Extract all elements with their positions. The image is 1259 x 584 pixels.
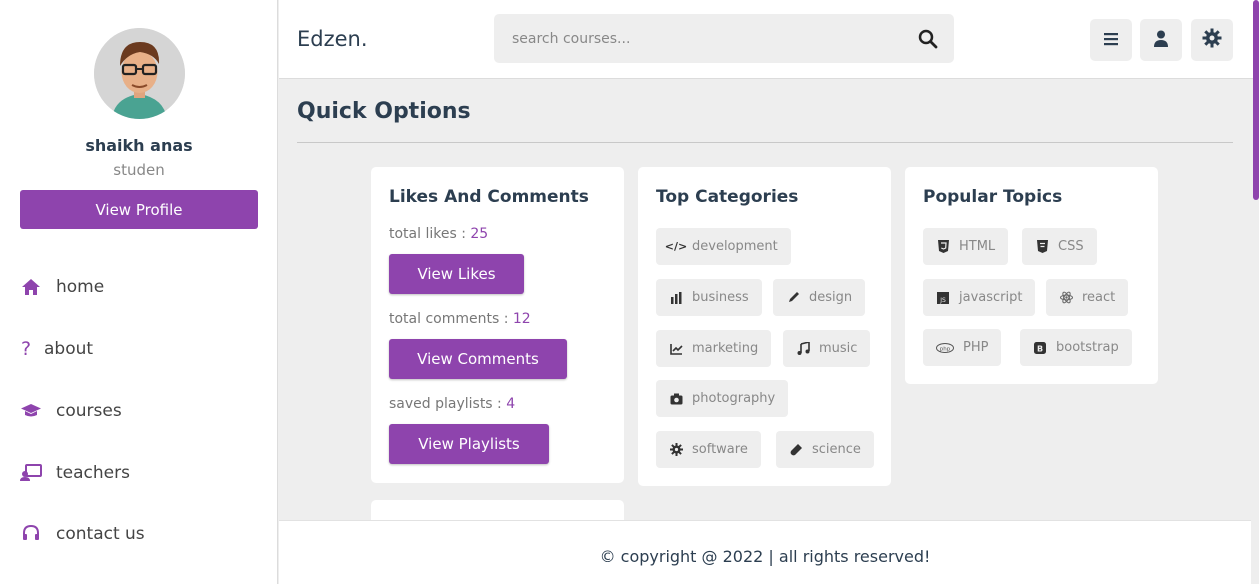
home-icon (20, 277, 42, 297)
gear-icon (669, 443, 683, 457)
popular-topics-card: Popular Topics HTML CSS JS javascript rea… (905, 167, 1158, 384)
search-input[interactable] (512, 14, 912, 63)
svg-text:JS: JS (939, 297, 946, 304)
react-icon (1059, 291, 1073, 305)
sidebar-item-label: contact us (56, 524, 145, 544)
tag-business[interactable]: business (656, 279, 762, 316)
tag-development[interactable]: </> development (656, 228, 791, 265)
user-role: studen (113, 161, 165, 179)
tag-html[interactable]: HTML (923, 228, 1009, 265)
settings-icon (1202, 28, 1222, 52)
css3-icon (1035, 240, 1049, 254)
teacher-icon (20, 463, 42, 483)
copyright-text: © copyright @ 2022 | all rights reserved… (599, 547, 931, 566)
camera-icon (669, 392, 683, 406)
divider (297, 142, 1233, 143)
footer: © copyright @ 2022 | all rights reserved… (279, 520, 1251, 584)
page-title: Quick Options (297, 99, 471, 124)
tag-marketing[interactable]: marketing (656, 330, 772, 367)
user-button[interactable] (1140, 19, 1182, 61)
playlists-stat: saved playlists : 4 (389, 396, 516, 412)
music-icon (796, 342, 810, 356)
tag-design[interactable]: design (773, 279, 866, 316)
likes-stat: total likes : 25 (389, 226, 489, 242)
menu-button[interactable] (1090, 19, 1132, 61)
user-name: shaikh anas (85, 136, 193, 155)
php-icon: php (936, 341, 954, 355)
html5-icon (936, 240, 950, 254)
tag-bootstrap[interactable]: Bbootstrap (1020, 329, 1132, 366)
sidebar-item-label: about (44, 339, 94, 359)
graduation-cap-icon (20, 401, 42, 421)
line-chart-icon (669, 342, 683, 356)
top-categories-card: Top Categories </> development business d… (638, 167, 891, 486)
search-icon[interactable] (918, 29, 938, 49)
tag-php[interactable]: php PHP (923, 329, 1002, 366)
question-icon: ? (20, 338, 32, 360)
vial-icon (789, 443, 803, 457)
tag-react[interactable]: react (1046, 279, 1129, 316)
sidebar-item-about[interactable]: ? about (20, 338, 94, 360)
playlists-count: 4 (506, 396, 516, 412)
sidebar-item-label: home (56, 277, 105, 297)
header: Edzen. (279, 0, 1259, 79)
sidebar: shaikh anas studen View Profile home ? a… (0, 0, 278, 584)
headset-icon (20, 524, 42, 544)
comments-count: 12 (512, 311, 531, 327)
tag-photography[interactable]: photography (656, 380, 789, 417)
sidebar-item-home[interactable]: home (20, 277, 104, 297)
bar-chart-icon (669, 291, 683, 305)
logo[interactable]: Edzen. (297, 27, 368, 51)
user-icon (1153, 30, 1169, 51)
view-comments-button[interactable]: View Comments (389, 339, 567, 379)
menu-icon (1103, 31, 1119, 50)
view-playlists-button[interactable]: View Playlists (389, 424, 549, 464)
bootstrap-icon: B (1033, 341, 1047, 355)
settings-button[interactable] (1191, 19, 1233, 61)
js-icon: JS (936, 291, 950, 305)
pen-icon (786, 291, 800, 305)
tag-css[interactable]: CSS (1022, 228, 1097, 265)
svg-text:B: B (1037, 344, 1043, 353)
svg-text:php: php (940, 346, 951, 352)
sidebar-item-courses[interactable]: courses (20, 401, 122, 421)
tag-science[interactable]: science (776, 431, 874, 468)
card-title: Popular Topics (923, 187, 1063, 207)
tag-music[interactable]: music (783, 330, 871, 367)
sidebar-item-label: teachers (56, 463, 130, 483)
view-likes-button[interactable]: View Likes (389, 254, 524, 294)
likes-comments-card: Likes And Comments total likes : 25 View… (371, 167, 624, 483)
scrollbar[interactable] (1251, 0, 1259, 584)
tag-software[interactable]: software (656, 431, 761, 468)
card-title: Likes And Comments (389, 187, 589, 207)
sidebar-item-label: courses (56, 401, 122, 421)
likes-count: 25 (470, 226, 489, 242)
tag-javascript[interactable]: JS javascript (923, 279, 1036, 316)
code-icon: </> (664, 240, 688, 253)
card-title: Top Categories (656, 187, 799, 207)
sidebar-item-contact[interactable]: contact us (20, 524, 145, 544)
sidebar-item-teachers[interactable]: teachers (20, 463, 130, 483)
view-profile-button[interactable]: View Profile (20, 190, 258, 229)
comments-stat: total comments : 12 (389, 311, 531, 327)
scrollbar-thumb[interactable] (1253, 0, 1259, 200)
search-bar (494, 14, 954, 63)
avatar[interactable] (94, 28, 185, 119)
